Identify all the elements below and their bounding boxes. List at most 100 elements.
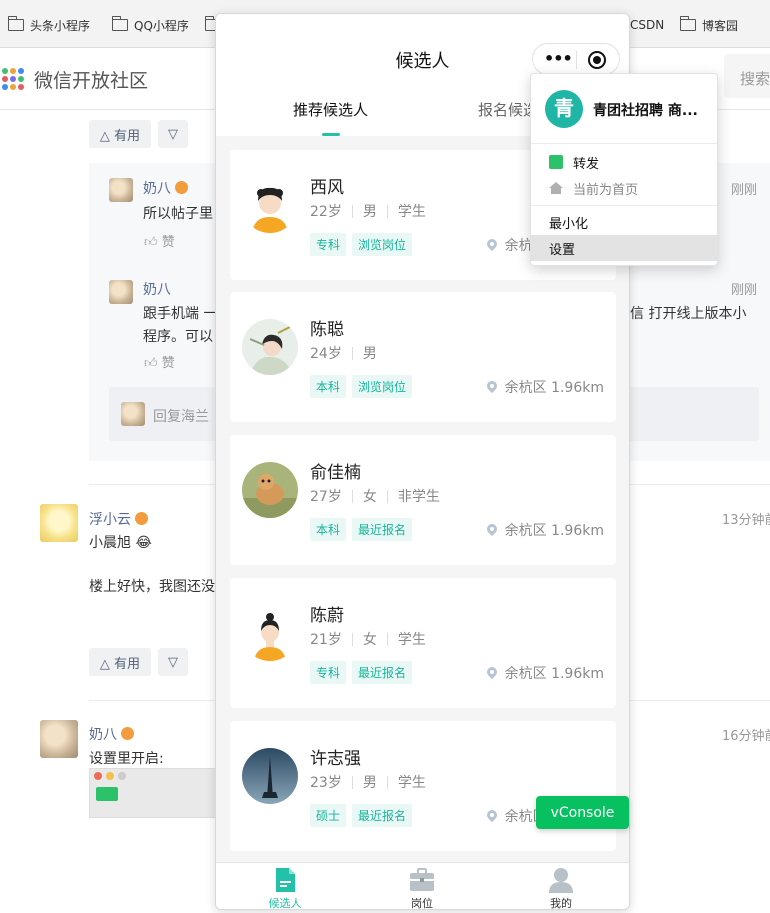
- avatar[interactable]: [40, 720, 78, 758]
- app-name[interactable]: 青团社招聘 商...: [593, 100, 698, 120]
- candidate-info: 21岁女学生: [310, 632, 426, 648]
- share-icon: [549, 155, 563, 169]
- candidate-name: 陈蔚: [310, 606, 344, 626]
- tag-education: 专科: [310, 661, 347, 684]
- reply-text: 所以帖子里: [143, 206, 213, 222]
- menu-item-home: 当前为首页: [531, 175, 717, 201]
- tab-recommended[interactable]: 推荐候选人: [293, 99, 368, 120]
- medal-icon: [121, 727, 134, 740]
- candidate-name: 俞佳楠: [310, 463, 361, 483]
- thumbs-up-icon: 👍︎: [144, 235, 158, 250]
- tag-list: 专科 浏览岗位: [310, 233, 413, 256]
- tabbar-item-mine[interactable]: 我的: [526, 867, 596, 909]
- capsule-menu: •••: [532, 43, 620, 75]
- tag-list: 本科 最近报名: [310, 518, 413, 541]
- candidate-info: 27岁女非学生: [310, 489, 440, 505]
- candidate-info: 22岁男学生: [310, 204, 426, 220]
- candidate-card[interactable]: 许志强 23岁男学生 硕士最近报名 余杭区 1.96km: [230, 721, 616, 851]
- tag-education: 本科: [310, 375, 347, 398]
- candidate-name: 陈聪: [310, 320, 344, 340]
- medal-icon: [135, 512, 148, 525]
- bookmark-csdn[interactable]: CSDN: [630, 16, 664, 34]
- vconsole-button[interactable]: vConsole: [536, 796, 629, 829]
- upvote-button[interactable]: △ 有用: [89, 648, 151, 676]
- menu-item-settings[interactable]: 设置: [531, 235, 717, 261]
- close-target-icon[interactable]: [588, 51, 606, 69]
- tag-activity: 浏览岗位: [352, 233, 413, 256]
- tab-indicator: [322, 133, 340, 136]
- avatar: [242, 748, 298, 804]
- post-text: 设置里开启:: [89, 751, 164, 767]
- more-icon[interactable]: •••: [544, 51, 573, 67]
- candidate-name: 西风: [310, 178, 344, 198]
- bookmark-qq[interactable]: QQ小程序: [111, 16, 189, 34]
- reply-username[interactable]: 奶八: [143, 178, 188, 198]
- candidate-info: 23岁男学生: [310, 775, 426, 791]
- menu-item-forward[interactable]: 转发: [531, 149, 717, 175]
- post-time: 16分钟前: [722, 729, 770, 744]
- post-username[interactable]: 奶八: [89, 724, 134, 744]
- thumbs-up-icon: 👍︎: [144, 356, 158, 371]
- like-button[interactable]: 👍︎ 赞: [144, 231, 175, 250]
- location-pin-icon: [487, 524, 497, 537]
- like-button[interactable]: 👍︎ 赞: [144, 352, 175, 371]
- downvote-button[interactable]: ▽: [158, 120, 188, 148]
- candidate-card[interactable]: 陈蔚 21岁女学生 专科 最近报名 余杭区 1.96km: [230, 578, 616, 708]
- candidate-location: 余杭区 1.96km: [487, 520, 604, 540]
- post-image[interactable]: [89, 768, 219, 818]
- folder-icon: [111, 16, 128, 31]
- folder-icon: [7, 16, 24, 31]
- downvote-button[interactable]: ▽: [158, 648, 188, 676]
- document-icon: [272, 867, 298, 893]
- avatar[interactable]: [109, 280, 133, 304]
- candidate-location: 余杭区 1.96km: [487, 377, 604, 397]
- avatar: [242, 605, 298, 661]
- menu-header: 青 青团社招聘 商...: [531, 74, 717, 144]
- community-logo-icon: [0, 66, 26, 92]
- avatar: [242, 462, 298, 518]
- avatar: [121, 402, 145, 426]
- post-username[interactable]: 浮小云: [89, 509, 148, 529]
- candidate-card[interactable]: 陈聪 24岁男 本科 浏览岗位 余杭区 1.96km: [230, 292, 616, 422]
- candidate-card[interactable]: 俞佳楠 27岁女非学生 本科 最近报名 余杭区 1.96km: [230, 435, 616, 565]
- menu-divider: [531, 205, 717, 206]
- reply-time: 刚刚: [731, 183, 758, 198]
- tabbar-item-jobs[interactable]: 岗位: [387, 867, 457, 909]
- upvote-button[interactable]: △ 有用: [89, 120, 151, 148]
- candidate-info: 24岁男: [310, 346, 377, 362]
- reply-text: 跟手机端 一: [143, 306, 218, 322]
- capsule-popup-menu: 青 青团社招聘 商... 转发 当前为首页 最小化 设置: [530, 73, 718, 266]
- tag-activity: 最近报名: [352, 518, 413, 541]
- community-logo-text[interactable]: 微信开放社区: [34, 66, 148, 93]
- location-pin-icon: [487, 239, 497, 252]
- post-time: 13分钟前: [722, 513, 770, 528]
- location-pin-icon: [487, 381, 497, 394]
- reply-text-right: 信 打开线上版本小: [630, 306, 747, 322]
- briefcase-icon: [409, 867, 435, 893]
- bookmark-cnblogs[interactable]: 博客园: [679, 16, 738, 34]
- avatar[interactable]: [40, 504, 78, 542]
- avatar[interactable]: [109, 178, 133, 202]
- tag-list: 专科 最近报名: [310, 661, 413, 684]
- reply-text-line2: 程序。可以: [143, 329, 213, 345]
- bookmark-toutiao[interactable]: 头条小程序: [7, 16, 90, 34]
- tag-education: 专科: [310, 233, 347, 256]
- tabbar-item-candidates[interactable]: 候选人: [250, 867, 320, 909]
- menu-item-minimize[interactable]: 最小化: [531, 209, 717, 235]
- tag-activity: 浏览岗位: [352, 375, 413, 398]
- search-placeholder: 搜索: [740, 70, 770, 88]
- person-icon: [548, 867, 574, 893]
- home-icon: [549, 182, 563, 194]
- medal-icon: [175, 181, 188, 194]
- post-text-extra: 楼上好快，我图还没: [89, 579, 215, 595]
- location-pin-icon: [487, 810, 497, 823]
- tag-list: 本科 浏览岗位: [310, 375, 413, 398]
- tag-education: 本科: [310, 518, 347, 541]
- reply-time: 刚刚: [731, 283, 758, 298]
- tag-education: 硕士: [310, 804, 347, 827]
- tag-list: 硕士 最近报名: [310, 804, 413, 827]
- candidate-name: 许志强: [310, 749, 361, 769]
- reply-username[interactable]: 奶八: [143, 279, 171, 299]
- avatar: [242, 177, 298, 233]
- location-pin-icon: [487, 667, 497, 680]
